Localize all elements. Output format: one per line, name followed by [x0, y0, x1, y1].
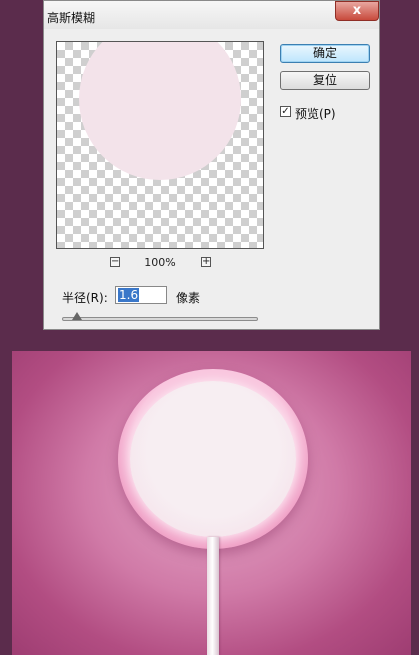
zoom-in-button[interactable]: + — [201, 257, 211, 267]
title-bar[interactable]: 高斯模糊 x — [44, 1, 379, 29]
lollipop-candy — [130, 381, 296, 537]
checkmark-icon: ✓ — [281, 106, 290, 117]
radius-value: 1.6 — [118, 288, 140, 302]
dialog-title: 高斯模糊 — [47, 11, 96, 25]
reset-button[interactable]: 复位 — [280, 71, 370, 90]
preview-pane[interactable] — [56, 41, 264, 249]
lollipop-stick — [207, 537, 219, 655]
radius-input[interactable]: 1.6 — [115, 286, 167, 304]
radius-slider-thumb[interactable] — [72, 312, 82, 320]
close-button[interactable]: x — [335, 1, 379, 21]
radius-label: 半径(R): — [62, 291, 108, 305]
radius-unit: 像素 — [176, 291, 201, 305]
zoom-out-button[interactable]: − — [110, 257, 120, 267]
preview-circle — [79, 42, 241, 180]
zoom-level: 100% — [144, 256, 176, 269]
ok-button[interactable]: 确定 — [280, 44, 370, 63]
gaussian-blur-dialog: 高斯模糊 x − 100% + 确定 复位 ✓ 预览(P) 半径(R): 1.6… — [43, 0, 380, 330]
close-icon: x — [352, 3, 362, 18]
radius-slider-track[interactable] — [62, 317, 258, 321]
preview-checkbox-label[interactable]: 预览(P) — [295, 105, 336, 122]
lollipop-artwork — [12, 351, 411, 655]
preview-checkbox[interactable]: ✓ — [280, 106, 291, 117]
